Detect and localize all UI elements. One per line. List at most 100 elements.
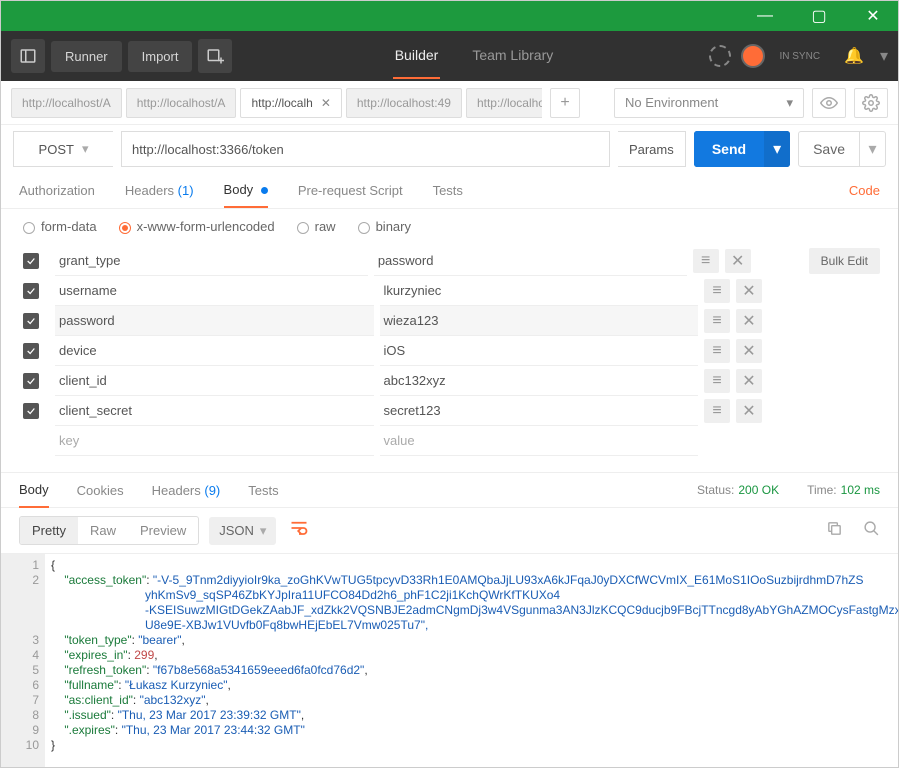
request-tab[interactable]: http://localhost:49	[346, 88, 462, 118]
kv-value-input[interactable]: lkurzyniec	[380, 276, 699, 306]
tab-body[interactable]: Body	[224, 173, 268, 208]
row-checkbox[interactable]	[23, 403, 39, 419]
kv-key-input[interactable]: grant_type	[55, 246, 368, 276]
radio-raw[interactable]: raw	[297, 219, 336, 234]
send-dropdown-button[interactable]: ▾	[764, 131, 790, 167]
resp-tab-headers[interactable]: Headers (9)	[152, 474, 221, 507]
environment-select[interactable]: No Environment ▾	[614, 88, 804, 118]
url-bar: POST ▾ http://localhost:3366/token Param…	[1, 125, 898, 173]
request-tab[interactable]: http://localh✕	[240, 88, 341, 118]
chevron-down-icon: ▾	[82, 141, 89, 157]
tab-tests[interactable]: Tests	[433, 174, 463, 207]
row-reorder-icon[interactable]: ≡	[704, 309, 730, 333]
tab-prerequest[interactable]: Pre-request Script	[298, 174, 403, 207]
close-tab-icon[interactable]: ✕	[321, 96, 331, 110]
row-delete-icon[interactable]: ✕	[736, 279, 762, 303]
code-content[interactable]: { "access_token": "-V-5_9Tnm2diyyioIr9ka…	[45, 554, 898, 767]
time-value: 102 ms	[841, 483, 880, 497]
runner-button[interactable]: Runner	[51, 41, 122, 72]
radio-form-data[interactable]: form-data	[23, 219, 97, 234]
view-preview[interactable]: Preview	[128, 517, 198, 544]
kv-value-input[interactable]: wieza123	[380, 306, 699, 336]
chevron-down-icon: ▾	[786, 95, 793, 111]
tab-authorization[interactable]: Authorization	[19, 174, 95, 207]
row-checkbox[interactable]	[23, 373, 39, 389]
add-request-tab-button[interactable]: +	[550, 88, 580, 118]
kv-row: deviceiOS≡✕	[19, 336, 880, 366]
copy-response-icon[interactable]	[826, 520, 843, 542]
send-button[interactable]: Send ▾	[694, 131, 790, 167]
builder-tab[interactable]: Builder	[393, 33, 441, 79]
view-pretty[interactable]: Pretty	[20, 517, 78, 544]
kv-value-input[interactable]: iOS	[380, 336, 699, 366]
resp-tab-body[interactable]: Body	[19, 473, 49, 508]
row-reorder-icon[interactable]: ≡	[704, 399, 730, 423]
tab-headers-label: Headers	[125, 183, 174, 198]
search-response-icon[interactable]	[863, 520, 880, 542]
kv-key-input[interactable]: password	[55, 306, 374, 336]
wrap-lines-button[interactable]	[286, 520, 312, 541]
request-tab[interactable]: http://localhost/A	[126, 88, 237, 118]
format-select[interactable]: JSON ▾	[209, 517, 276, 545]
kv-key-input[interactable]: device	[55, 336, 374, 366]
row-checkbox[interactable]	[23, 343, 39, 359]
row-checkbox[interactable]	[23, 253, 39, 269]
kv-value-input[interactable]: value	[380, 426, 699, 456]
kv-value-input[interactable]: password	[374, 246, 687, 276]
new-tab-button[interactable]	[198, 39, 232, 73]
user-avatar[interactable]	[741, 44, 765, 68]
quick-look-button[interactable]	[812, 88, 846, 118]
code-link[interactable]: Code	[849, 174, 880, 207]
titlebar: — ▢ ✕	[1, 1, 898, 31]
kv-row: usernamelkurzyniec≡✕	[19, 276, 880, 306]
sidebar-toggle-button[interactable]	[11, 39, 45, 73]
resp-tab-cookies[interactable]: Cookies	[77, 474, 124, 507]
radio-binary[interactable]: binary	[358, 219, 411, 234]
unsaved-indicator-icon	[261, 187, 268, 194]
row-checkbox[interactable]	[23, 313, 39, 329]
response-body[interactable]: 12345678910 { "access_token": "-V-5_9Tnm…	[1, 553, 898, 767]
radio-urlencoded[interactable]: x-www-form-urlencoded	[119, 219, 275, 234]
row-reorder-icon[interactable]: ≡	[704, 369, 730, 393]
request-tab[interactable]: http://localhost:49	[466, 88, 542, 118]
view-raw[interactable]: Raw	[78, 517, 128, 544]
row-reorder-icon[interactable]: ≡	[693, 249, 719, 273]
minimize-button[interactable]: —	[750, 7, 780, 25]
url-input[interactable]: http://localhost:3366/token	[121, 131, 610, 167]
row-checkbox[interactable]	[23, 283, 39, 299]
bulk-edit-button[interactable]: Bulk Edit	[809, 248, 880, 274]
request-tab[interactable]: http://localhost/A	[11, 88, 122, 118]
save-dropdown-button[interactable]: ▾	[859, 132, 885, 166]
row-delete-icon[interactable]: ✕	[736, 309, 762, 333]
row-delete-icon[interactable]: ✕	[736, 399, 762, 423]
resp-tab-tests[interactable]: Tests	[248, 474, 278, 507]
settings-dropdown-icon[interactable]: ▾	[880, 46, 888, 66]
row-delete-icon[interactable]: ✕	[736, 339, 762, 363]
params-button[interactable]: Params	[618, 131, 686, 167]
kv-value-input[interactable]: abc132xyz	[380, 366, 699, 396]
row-delete-icon[interactable]: ✕	[736, 369, 762, 393]
response-tabs: Body Cookies Headers (9) Tests Status:20…	[1, 472, 898, 508]
row-reorder-icon[interactable]: ≡	[704, 279, 730, 303]
kv-key-input[interactable]: client_id	[55, 366, 374, 396]
save-button[interactable]: Save ▾	[798, 131, 886, 167]
http-method-select[interactable]: POST ▾	[13, 131, 113, 167]
save-button-label: Save	[799, 132, 859, 166]
sync-status-icon	[709, 45, 731, 67]
team-library-tab[interactable]: Team Library	[470, 33, 555, 79]
import-button[interactable]: Import	[128, 41, 193, 72]
kv-row-empty: keyvalue	[19, 426, 880, 456]
kv-key-input[interactable]: key	[55, 426, 374, 456]
kv-key-input[interactable]: client_secret	[55, 396, 374, 426]
kv-value-input[interactable]: secret123	[380, 396, 699, 426]
row-reorder-icon[interactable]: ≡	[704, 339, 730, 363]
close-window-button[interactable]: ✕	[858, 6, 888, 26]
body-kv-editor: grant_typepassword≡✕Bulk Editusernamelku…	[1, 240, 898, 466]
maximize-button[interactable]: ▢	[804, 6, 834, 26]
tab-headers[interactable]: Headers (1)	[125, 174, 194, 207]
notifications-icon[interactable]: 🔔	[844, 46, 864, 66]
environment-settings-button[interactable]	[854, 88, 888, 118]
kv-key-input[interactable]: username	[55, 276, 374, 306]
response-time: Time:102 ms	[807, 483, 880, 497]
row-delete-icon[interactable]: ✕	[725, 249, 751, 273]
